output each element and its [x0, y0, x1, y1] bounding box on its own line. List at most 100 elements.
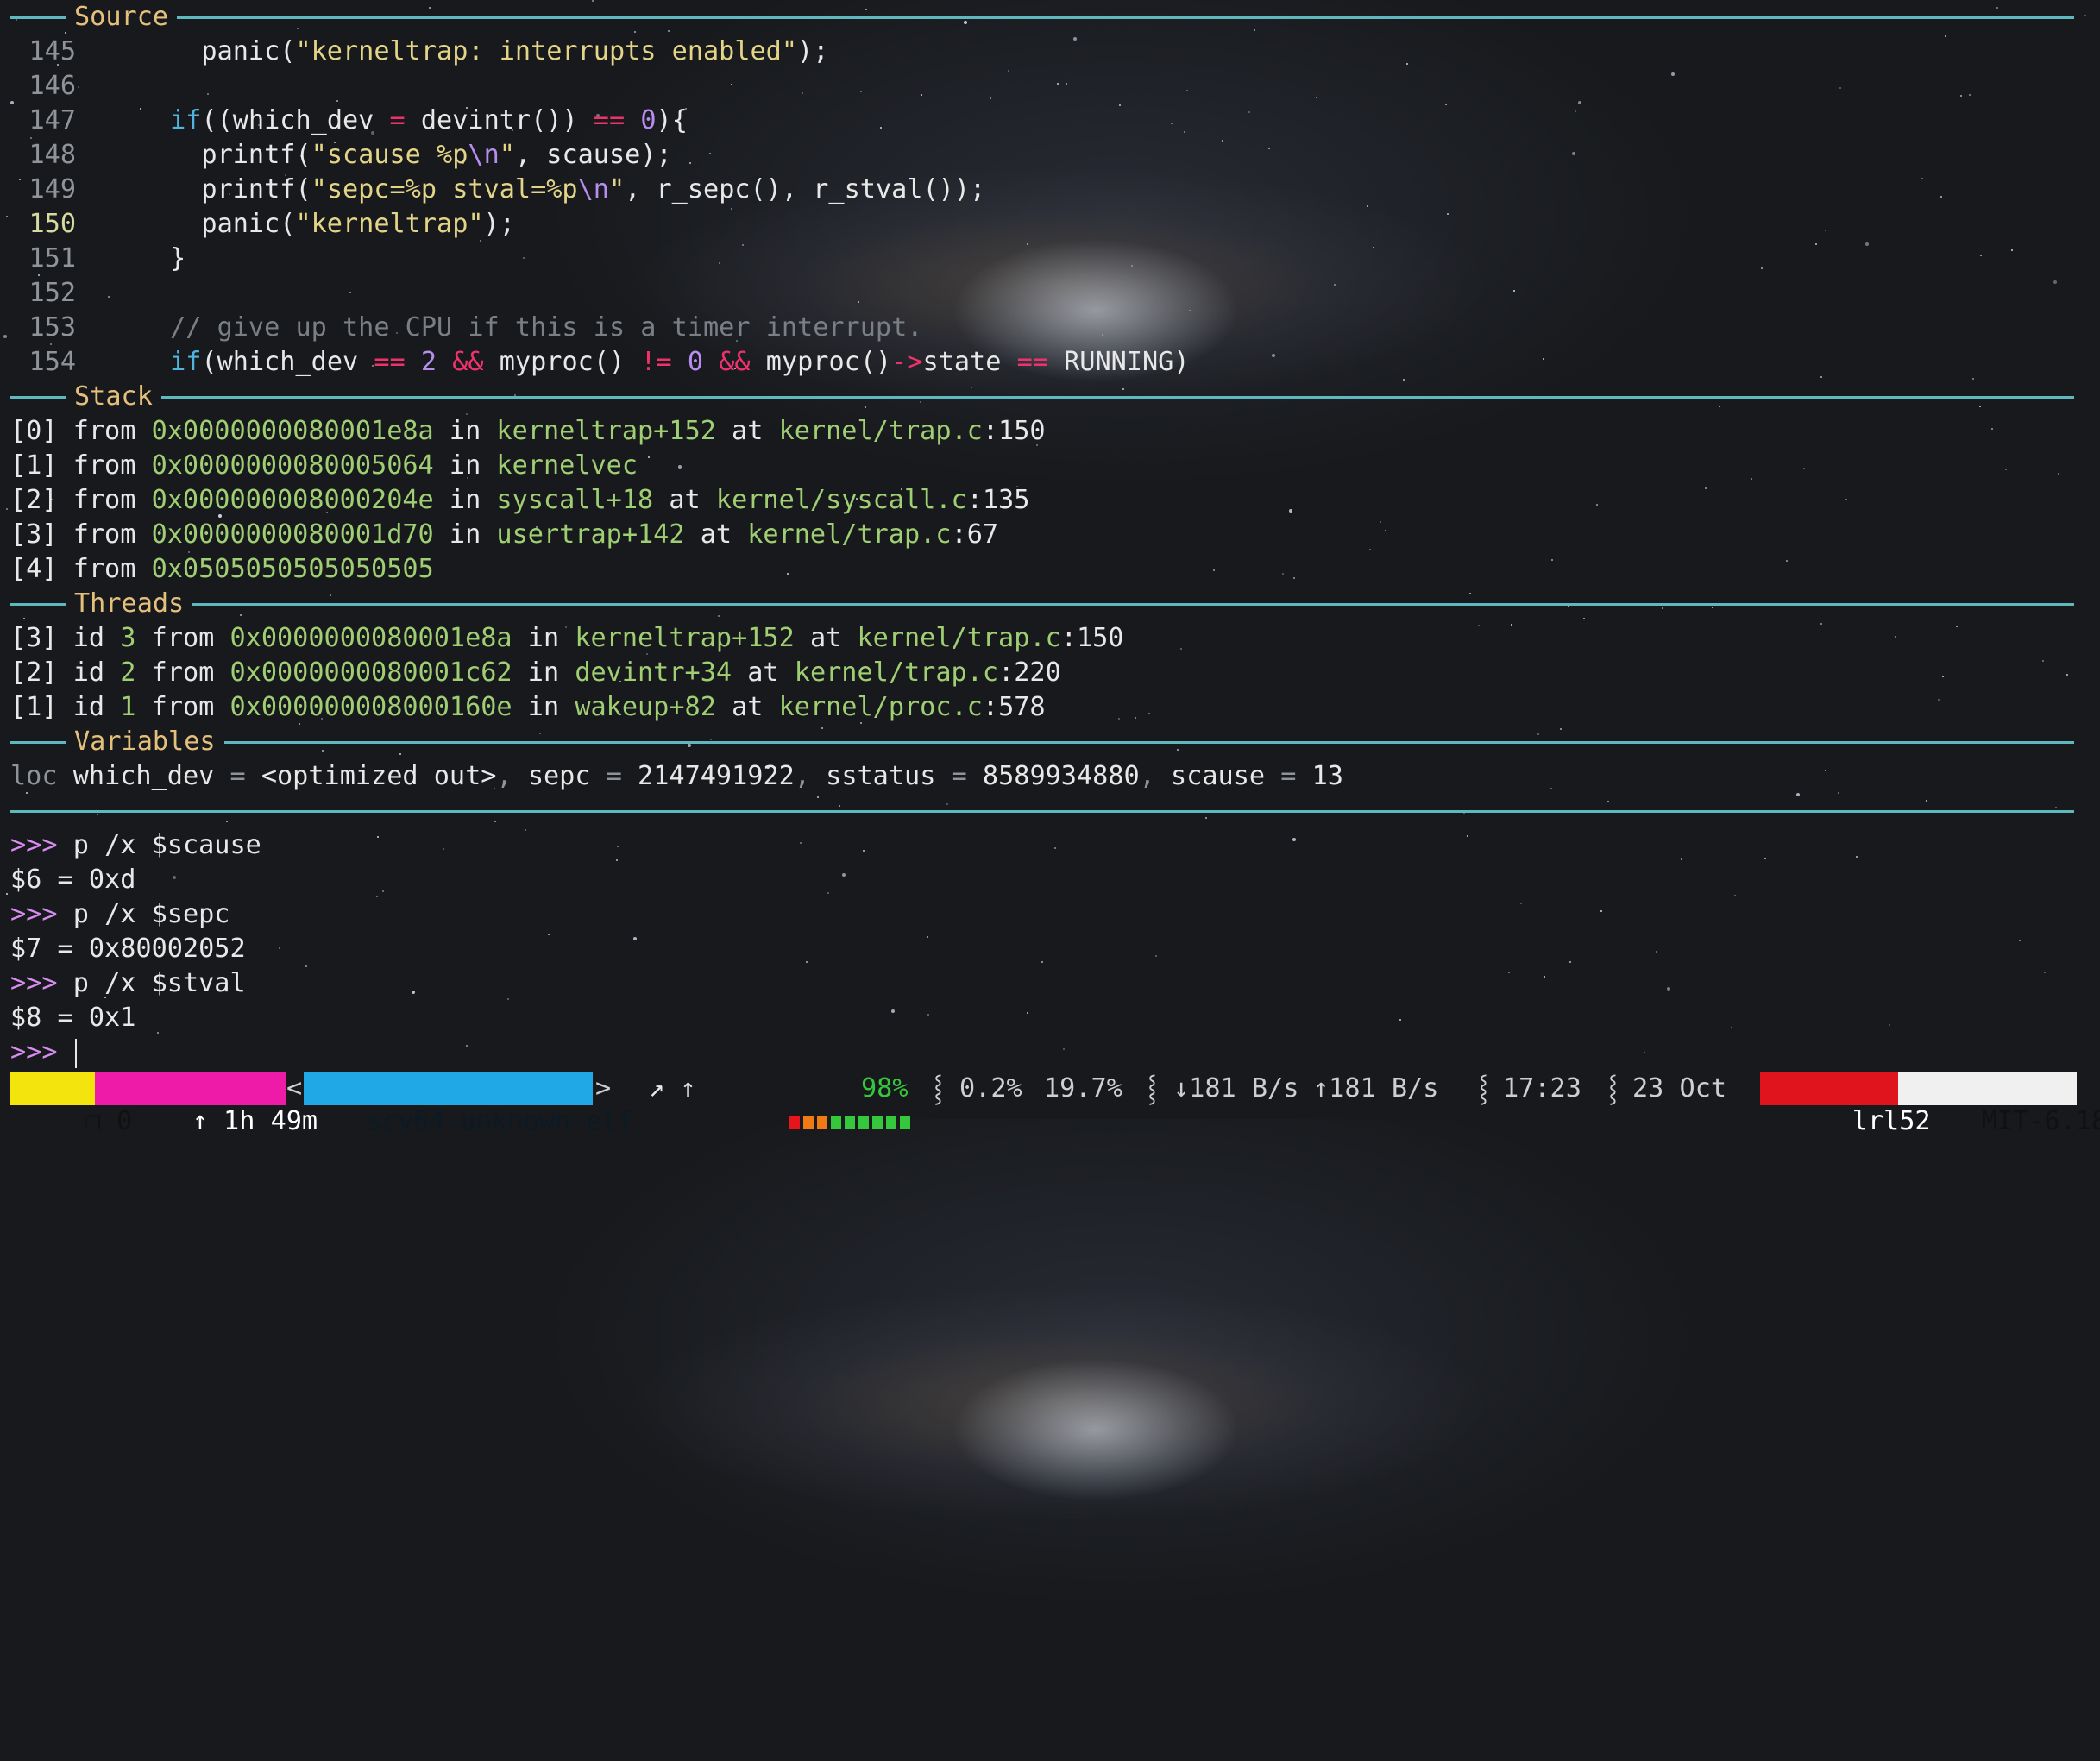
star-dot	[523, 257, 525, 259]
source-line: 145 panic("kerneltrap: interrupts enable…	[0, 35, 828, 69]
code-token: 0	[671, 347, 704, 377]
star-dot	[800, 842, 802, 844]
star-dot	[1644, 1052, 1645, 1053]
code-token: ==	[374, 347, 406, 377]
text-span: from	[57, 519, 152, 550]
star-dot	[1282, 573, 1284, 575]
console-command-line: >>>	[10, 1035, 77, 1070]
star-dot	[1186, 90, 1188, 91]
star-dot	[1596, 504, 1598, 506]
source-line: 149 printf("sepc=%p stval=%p\n", r_sepc(…	[0, 173, 985, 207]
target-segment: scv64-unknown-elf	[304, 1072, 633, 1136]
text-span: :	[966, 485, 983, 515]
frame-offset: +142	[621, 519, 685, 550]
frame-address: 0x0000000080001e8a	[151, 416, 434, 446]
target-text: scv64-unknown-elf	[366, 1106, 633, 1136]
source-line: 151 }	[0, 242, 185, 276]
star-dot	[382, 890, 384, 892]
star-dot	[1213, 569, 1215, 571]
star-dot	[1508, 972, 1510, 973]
target-bracket-right: >	[595, 1073, 612, 1104]
star-dot	[1184, 131, 1185, 133]
star-dot	[1367, 205, 1368, 207]
battery-bar	[716, 1072, 910, 1129]
star-dot	[1942, 676, 1944, 677]
star-dot	[279, 947, 280, 949]
code-token: if	[170, 105, 202, 135]
code-token: ==	[593, 105, 626, 135]
star-dot	[1027, 243, 1028, 245]
battery-percent: 98%	[861, 1073, 909, 1104]
session-segment[interactable]: ❐ 0	[10, 1072, 132, 1136]
text-span: from	[135, 623, 230, 653]
star-dot	[6, 893, 8, 895]
star-dot	[1008, 70, 1009, 72]
star-dot	[1731, 1027, 1732, 1028]
variable-scope: loc	[10, 761, 58, 791]
cpu-usage: 0.2%	[959, 1073, 1022, 1104]
thread-line: 220	[1014, 657, 1061, 688]
variable-name: sstatus	[826, 761, 936, 791]
star-dot	[377, 836, 379, 838]
gutter-space	[76, 347, 107, 377]
console-output: $7 = 0x80002052	[10, 934, 246, 964]
code-token: !=	[640, 347, 672, 377]
frame-function: usertrap	[496, 519, 622, 550]
star-dot	[689, 162, 691, 164]
star-dot	[1073, 37, 1077, 41]
star-dot	[1550, 788, 1552, 789]
code-token: "	[499, 140, 515, 170]
text-span: ,	[794, 761, 827, 791]
star-dot	[1119, 104, 1121, 106]
star-dot	[1406, 63, 1408, 65]
line-number: 146	[28, 71, 76, 101]
star-dot	[2005, 469, 2007, 470]
stack-section-header: Stack	[0, 380, 2100, 414]
line-number: 149	[28, 174, 76, 204]
thread-offset: +34	[684, 657, 732, 688]
console-output: $8 = 0x1	[10, 1003, 136, 1033]
target-bracket-left: <	[286, 1073, 303, 1104]
console-prompt: >>>	[10, 1037, 58, 1067]
code-token: printf(	[107, 174, 311, 204]
star-dot	[1786, 560, 1788, 562]
threads-title: Threads	[66, 587, 193, 621]
separator-icon: ⸾	[1147, 1073, 1157, 1104]
star-dot	[1945, 35, 1946, 37]
thread-id: 1	[120, 692, 136, 722]
star-dot	[1189, 310, 1191, 311]
thread-row: [2] id 2 from 0x0000000080001c62 in devi…	[10, 656, 1061, 690]
star-dot	[1600, 910, 1602, 912]
console-output-line: $8 = 0x1	[10, 1001, 135, 1035]
stack-frame: [2] from 0x000000008000204e in syscall+1…	[10, 483, 1029, 518]
frame-address: 0x000000008000204e	[151, 485, 434, 515]
star-dot	[376, 896, 378, 897]
frame-offset: +18	[606, 485, 654, 515]
text-span: =	[214, 761, 261, 791]
gutter-space	[76, 140, 107, 170]
star-dot	[616, 859, 618, 861]
frame-line: 150	[998, 416, 1046, 446]
console-command: p /x $sepc	[72, 899, 230, 929]
battery-cell	[885, 1116, 896, 1129]
code-token: printf(	[107, 140, 311, 170]
star-dot	[2058, 473, 2059, 475]
text-span: ,	[1139, 761, 1172, 791]
star-dot	[1572, 152, 1575, 155]
gutter-space	[76, 71, 107, 101]
console-output-line: $7 = 0x80002052	[10, 932, 246, 966]
variables-section-header: Variables	[0, 725, 2100, 759]
star-dot	[1063, 1048, 1065, 1050]
frame-line: 135	[982, 485, 1030, 515]
thread-index: [3]	[10, 623, 58, 653]
frame-function: syscall	[496, 485, 607, 515]
frame-index: [1]	[10, 450, 58, 481]
star-dot	[1467, 835, 1468, 837]
stack-frame: [3] from 0x0000000080001d70 in usertrap+…	[10, 518, 998, 552]
text-span	[58, 1037, 73, 1067]
text-span: from	[57, 450, 152, 481]
text-span	[58, 899, 73, 929]
star-dot	[412, 991, 415, 994]
text-span: in	[433, 450, 497, 481]
